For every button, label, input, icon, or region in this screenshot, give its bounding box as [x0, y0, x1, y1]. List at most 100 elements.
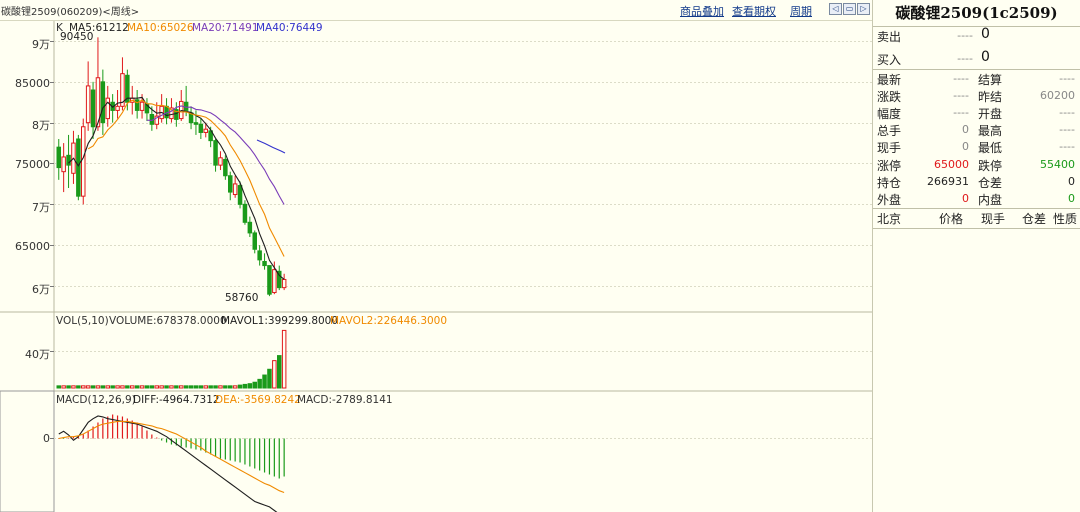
- candle: [237, 185, 243, 205]
- y-label: 75000: [15, 158, 50, 171]
- candle: [252, 232, 257, 250]
- field-label: 现手: [877, 141, 902, 156]
- volume-bar: [164, 385, 169, 389]
- volume-bar: [154, 385, 159, 389]
- candle: [247, 221, 253, 234]
- volume-bar: [76, 385, 81, 389]
- sell-qty: 0: [981, 26, 990, 42]
- volume-bar: [144, 385, 150, 389]
- candle: [179, 100, 184, 120]
- macd-zero-label: 0: [43, 432, 50, 445]
- ask-row: 卖出 ---- 0: [873, 26, 1080, 45]
- volume-bar: [188, 385, 194, 389]
- volume-bar: [203, 385, 208, 389]
- title-bar: 碳酸锂2509(060209)<周线> 商品叠加 查看期权 周期 ◁ ▭ ▷: [0, 0, 872, 21]
- volume-bar: [237, 384, 243, 389]
- volume-bar: [179, 385, 184, 389]
- quote-row: 总手 0 最高 ----: [873, 122, 1080, 140]
- overlay-commodity-link[interactable]: 商品叠加: [680, 3, 724, 19]
- volume-bar: [115, 385, 120, 389]
- y-label: 65000: [15, 240, 50, 253]
- tick-nature-header: 性质: [1053, 212, 1078, 226]
- volume-bar: [213, 385, 218, 389]
- field-value: 0: [962, 123, 969, 137]
- volume-bar: [100, 385, 106, 389]
- volume-bar: [159, 385, 164, 389]
- field-value: 55400: [1040, 157, 1075, 171]
- field-label: 内盘: [978, 192, 1003, 207]
- volume-bar: [232, 385, 238, 389]
- candle: [183, 101, 189, 111]
- y-label: 85000: [15, 77, 50, 90]
- volume-bar: [71, 385, 76, 389]
- dea-readout: DEA:-3569.8242: [215, 394, 301, 406]
- divider: [873, 228, 1080, 229]
- candle: [223, 158, 228, 177]
- view-options-link[interactable]: 查看期权: [732, 3, 776, 19]
- volume-bar: [95, 385, 101, 389]
- candle: [81, 126, 86, 197]
- buy-price: ----: [957, 52, 973, 65]
- buy-label: 买入: [877, 53, 902, 67]
- ma10-readout: MA10:65026: [127, 22, 194, 34]
- tick-header: 北京 价格 现手 仓差 性质: [873, 209, 1080, 227]
- volume-bar: [242, 383, 248, 389]
- candle: [115, 105, 120, 111]
- volume-bar: [130, 385, 135, 389]
- bid-row: 买入 ---- 0: [873, 49, 1080, 68]
- quote-row: 外盘 0 内盘 0: [873, 191, 1080, 209]
- tick-posdiff-header: 仓差: [1022, 212, 1047, 226]
- field-label: 结算: [978, 73, 1003, 87]
- volume-bar: [120, 385, 125, 389]
- candle: [56, 146, 61, 169]
- field-label: 幅度: [877, 107, 902, 122]
- field-label: 最高: [978, 124, 1003, 139]
- quote-row: 持仓 266931 仓差 0: [873, 174, 1080, 192]
- field-value: ----: [953, 72, 969, 85]
- chart-area: 碳酸锂2509(060209)<周线> 商品叠加 查看期权 周期 ◁ ▭ ▷ K…: [0, 0, 873, 512]
- volume-bar: [267, 368, 272, 389]
- volume-bar: [218, 385, 223, 389]
- scroll-left-button[interactable]: ◁: [829, 3, 842, 15]
- volume-bar: [281, 329, 287, 389]
- scroll-right-button[interactable]: ▷: [857, 3, 870, 15]
- volume-bar: [174, 385, 179, 389]
- volume-bar: [247, 383, 253, 389]
- ma20-readout: MA20:71491: [192, 22, 259, 34]
- field-value: ----: [1059, 72, 1075, 85]
- window-title: 碳酸锂2509(060209)<周线>: [1, 7, 140, 18]
- volume-y-label: 40万: [25, 348, 50, 361]
- period-link[interactable]: 周期: [790, 3, 812, 19]
- field-value: 0: [962, 191, 969, 205]
- candle: [198, 123, 204, 133]
- candle: [134, 99, 140, 111]
- volume-bar: [139, 385, 145, 389]
- volume-bar: [183, 385, 189, 389]
- tick-current-header: 现手: [981, 212, 1006, 226]
- volume-bar: [272, 360, 277, 389]
- field-label: 最新: [877, 73, 902, 87]
- mavol2-readout: MAVOL2:226446.3000: [330, 315, 448, 327]
- vol-label: VOL(5,10): [56, 315, 109, 327]
- chart-canvas[interactable]: [0, 0, 872, 512]
- volume-bar: [66, 385, 71, 389]
- field-value: ----: [1059, 123, 1075, 137]
- restore-button[interactable]: ▭: [843, 3, 856, 15]
- volume-bar: [262, 374, 267, 389]
- panel-frame: [0, 390, 55, 512]
- sell-price: ----: [957, 29, 973, 42]
- field-value: 0: [1068, 174, 1075, 188]
- quote-row: 幅度 ---- 开盘 ----: [873, 105, 1080, 123]
- volume-bar: [257, 378, 262, 389]
- volume-bar: [125, 385, 130, 389]
- candle: [139, 101, 145, 111]
- candle: [218, 157, 223, 166]
- volume-bar: [149, 385, 155, 389]
- volume-bar: [198, 385, 204, 389]
- candle: [232, 183, 238, 196]
- macd-title: MACD(12,26,9): [56, 394, 136, 406]
- quote-row: 涨停 65000 跌停 55400: [873, 157, 1080, 175]
- field-value: 65000: [934, 157, 969, 171]
- macd-readout: MACD:-2789.8141: [297, 394, 393, 406]
- field-value: 0: [1068, 191, 1075, 205]
